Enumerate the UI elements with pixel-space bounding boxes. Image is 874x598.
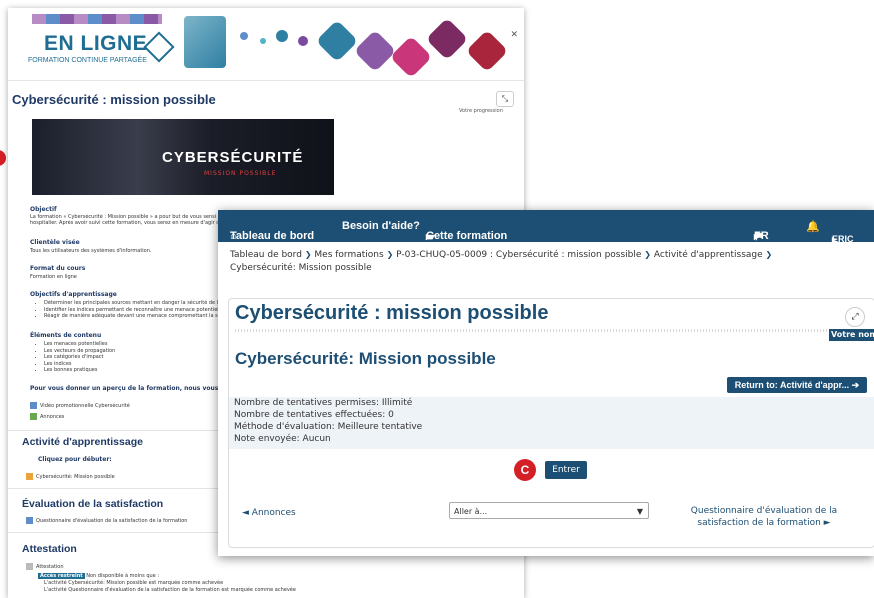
restriction-cond2: L'activité Questionnaire d'évaluation de…	[44, 587, 296, 593]
dot-decoration	[240, 32, 248, 40]
video-label: Vidéo promotionnelle Cybersécurité	[40, 403, 130, 409]
elements-list: Les menaces potentielles Les vecteurs de…	[38, 341, 115, 374]
breadcrumb-item[interactable]: Tableau de bord	[230, 250, 302, 260]
doctor-image	[184, 16, 226, 68]
annonces-label: Annonces	[40, 414, 65, 420]
list-item: Les menaces potentielles	[44, 341, 115, 348]
name-tab[interactable]: Votre nom	[829, 329, 874, 341]
breadcrumb-item[interactable]: P-03-CHUQ-05-0009 : Cybersécurité : miss…	[396, 250, 641, 260]
site-header-banner: EN LIGNE FORMATION CONTINUE PARTAGÉE ✕	[8, 8, 524, 81]
breadcrumb: Tableau de bord ❯ Mes formations ❯ P-03-…	[230, 248, 830, 275]
top-navbar: ⌂ Tableau de bord Besoin d'aide? ▰ Cette…	[218, 210, 874, 244]
monitor-icon	[425, 17, 469, 61]
breadcrumb-current: Cybersécurité: Mission possible	[230, 263, 372, 273]
restriction-text: Non disponible à moins que :	[86, 573, 160, 579]
nav-this-course-label: Cette formation	[426, 230, 508, 242]
heart-icon	[465, 29, 509, 73]
chevron-right-icon: ❯	[304, 250, 312, 259]
banner-title: CYBERSÉCURITÉ	[162, 149, 304, 166]
arrow-right-icon: ➔	[851, 380, 860, 390]
attestation-label: Attestation	[36, 564, 64, 570]
enter-button[interactable]: Entrer	[545, 461, 587, 479]
section-clientele: Clientèle visée	[30, 239, 80, 246]
close-icon[interactable]: ✕	[510, 30, 518, 40]
section-evaluation: Évaluation de la satisfaction	[22, 498, 164, 510]
attestation-link[interactable]: Attestation	[26, 563, 326, 570]
progress-label: Votre progression	[459, 108, 503, 114]
divider	[235, 329, 847, 332]
attempts-info: Nombre de tentatives permises: Illimité …	[229, 397, 874, 449]
activity-window: ⌂ Tableau de bord Besoin d'aide? ▰ Cette…	[218, 210, 874, 556]
nav-help[interactable]: Besoin d'aide?	[342, 220, 420, 232]
next-activity-link[interactable]: Questionnaire d'évaluation de la satisfa…	[669, 505, 859, 529]
breadcrumb-item[interactable]: Mes formations	[314, 250, 383, 260]
section-attestation: Attestation	[22, 543, 77, 555]
course-banner-image: CYBERSÉCURITÉ MISSION POSSIBLE	[32, 119, 334, 195]
course-title: Cybersécurité : mission possible	[12, 92, 216, 107]
chevron-right-icon: ❯	[386, 250, 394, 259]
section-format: Format du cours	[30, 265, 86, 272]
section-elements: Éléments de contenu	[30, 332, 102, 339]
cube-icon	[143, 31, 175, 63]
activite-intro: Cliquez pour débuter:	[38, 456, 112, 463]
list-item: Réagir de manière adéquate devant une me…	[44, 313, 232, 320]
activity-card: Cybersécurité : mission possible ⤢ Votre…	[228, 298, 874, 548]
list-item: Déterminer les principales sources metta…	[44, 300, 232, 307]
shield-icon	[315, 19, 359, 63]
questionnaire-icon	[26, 517, 33, 524]
dot-decoration	[276, 30, 288, 42]
return-button-label: Return to: Activité d'appr...	[734, 380, 850, 390]
section-objectif: Objectif	[30, 206, 57, 213]
chevron-right-icon: ▸	[832, 234, 837, 244]
activity-title: Cybersécurité: Mission possible	[235, 349, 496, 368]
certificate-icon	[26, 563, 33, 570]
jump-to-value: Aller à...	[454, 507, 488, 516]
bell-icon[interactable]: 🔔	[806, 220, 820, 233]
section-objectifs-app: Objectifs d'apprentissage	[30, 291, 117, 298]
evaluation-label: Questionnaire d'évaluation de la satisfa…	[36, 518, 188, 524]
activite-label: Cybersécurité: Mission possible	[36, 474, 115, 480]
logo-stripe	[32, 14, 162, 24]
forum-icon	[30, 413, 37, 420]
plus-icon	[389, 35, 433, 79]
brand-title: EN LIGNE	[44, 32, 148, 55]
breadcrumb-item[interactable]: Activité d'apprentissage	[654, 250, 763, 260]
nav-dashboard-label: Tableau de bord	[230, 230, 315, 242]
hex-icon	[353, 29, 397, 73]
expand-icon[interactable]: ⤢	[845, 307, 865, 327]
dot-decoration	[298, 36, 308, 46]
grading-method: Méthode d'évaluation: Meilleure tentativ…	[234, 422, 423, 432]
brand-subtitle: FORMATION CONTINUE PARTAGÉE	[28, 57, 147, 64]
attempts-made: Nombre de tentatives effectuées: 0	[234, 410, 394, 420]
chevron-right-icon: ▸	[426, 231, 432, 243]
page-title: Cybersécurité : mission possible	[235, 302, 549, 324]
chevron-right-icon: ❯	[765, 250, 773, 259]
section-activite: Activité d'apprentissage	[22, 436, 143, 448]
grade-sent: Note envoyée: Aucun	[234, 434, 331, 444]
prev-activity-link[interactable]: ◄ Annonces	[242, 508, 296, 518]
list-item: Les bonnes pratiques	[44, 367, 115, 374]
collapse-icon[interactable]: ⤡	[496, 91, 514, 107]
chevron-right-icon: ▸	[754, 231, 760, 243]
objectifs-list: Déterminer les principales sources metta…	[38, 300, 232, 320]
restriction-notice: Accès restreint Non disponible à moins q…	[38, 573, 159, 579]
dot-decoration	[260, 38, 266, 44]
chevron-right-icon: ❯	[644, 250, 651, 259]
chevron-down-icon: ▼	[636, 507, 643, 516]
package-icon	[26, 473, 33, 480]
video-icon	[30, 402, 37, 409]
restricted-badge: Accès restreint	[38, 573, 85, 579]
attempts-allowed: Nombre de tentatives permises: Illimité	[234, 398, 413, 408]
restriction-cond1: L'activité Cybersécurité: Mission possib…	[44, 580, 224, 586]
return-button[interactable]: Return to: Activité d'appr... ➔	[727, 377, 867, 393]
marker-red-partial	[0, 150, 6, 166]
jump-to-select[interactable]: Aller à... ▼	[449, 502, 649, 519]
marker-c: C	[514, 459, 536, 481]
banner-subtitle: MISSION POSSIBLE	[204, 170, 277, 177]
